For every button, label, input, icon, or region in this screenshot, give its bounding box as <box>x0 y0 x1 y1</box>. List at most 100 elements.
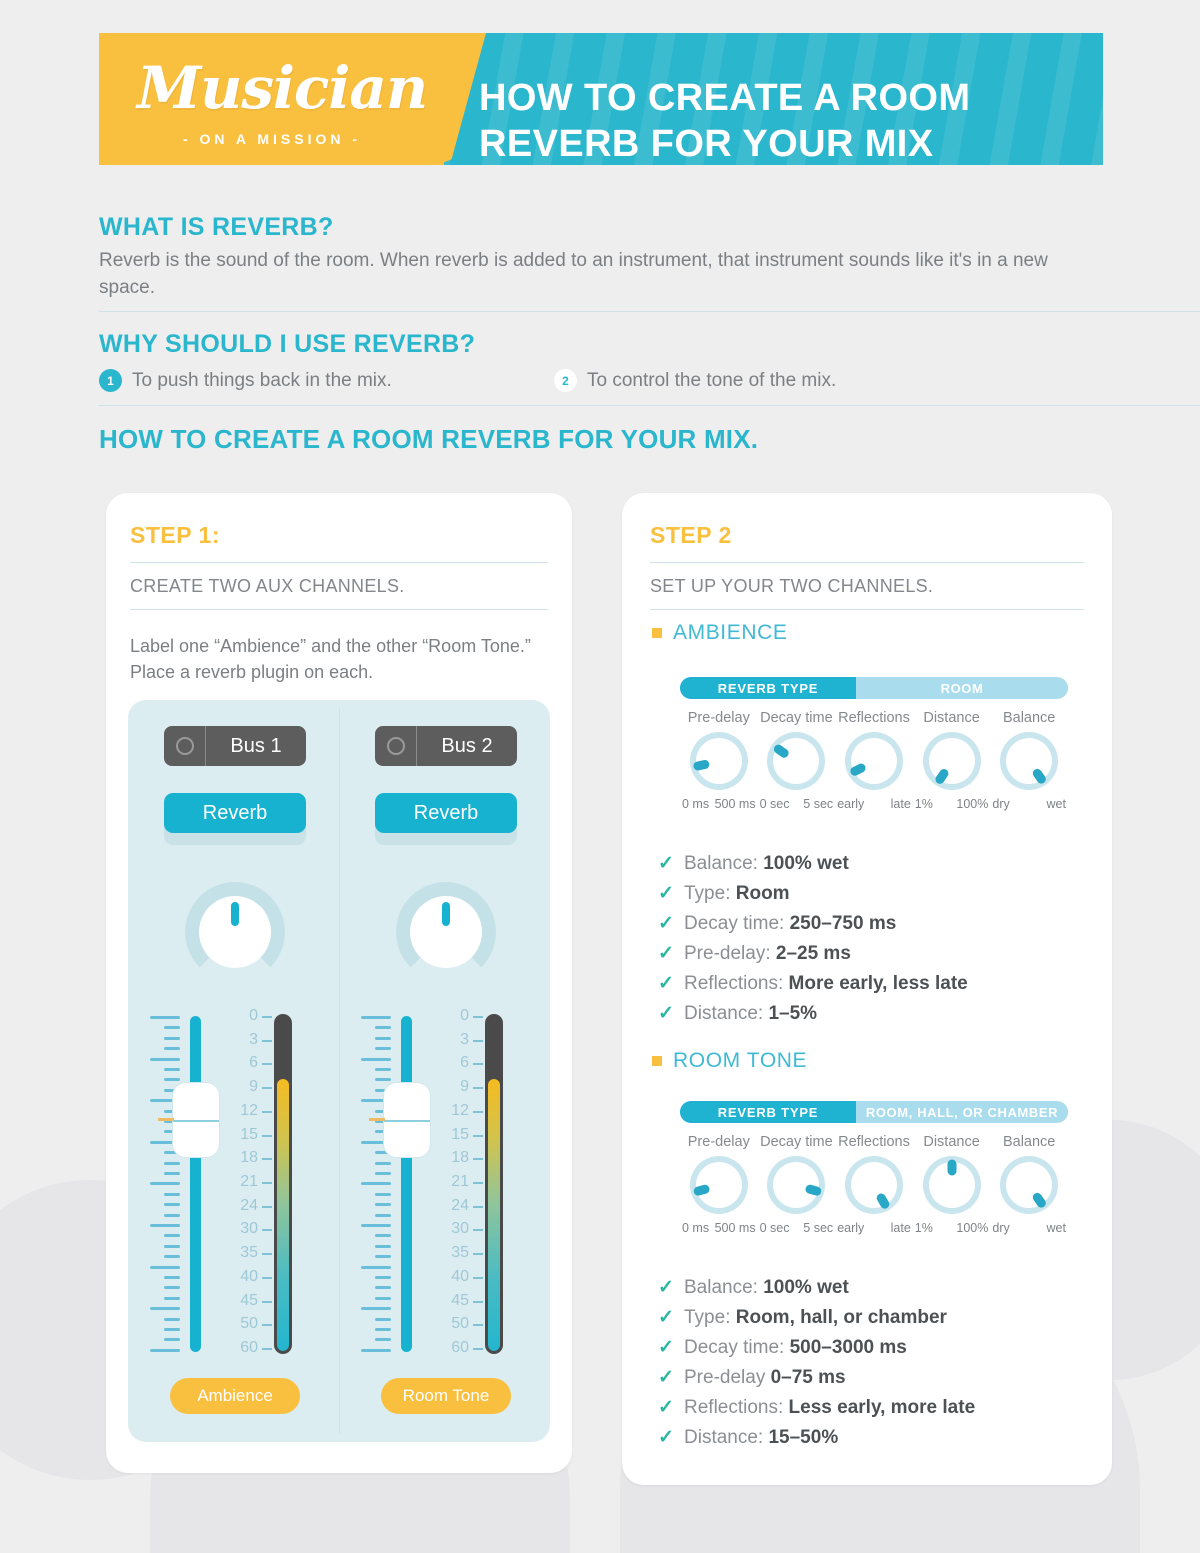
fader-handle[interactable] <box>172 1082 220 1158</box>
fader-tick <box>361 1224 391 1227</box>
knob-scale: 0 sec 5 sec <box>758 1221 836 1235</box>
checklist-text: Pre-delay 0–75 ms <box>684 1367 846 1389</box>
knob-row: Pre-delay 0 ms 500 ms Decay time 0 sec 5 sec R… <box>680 1134 1068 1235</box>
fader-tick <box>375 1244 391 1248</box>
fader-tick <box>361 1016 391 1019</box>
reverb-type-value: ROOM <box>940 680 984 696</box>
fader-handle[interactable] <box>383 1082 431 1158</box>
knob-scale: 0 ms 500 ms <box>680 797 758 811</box>
channel-name-button[interactable]: Ambience <box>170 1378 300 1414</box>
knob-pre-delay[interactable] <box>689 1156 748 1214</box>
meter-gradient <box>488 1079 500 1351</box>
meter-tick <box>262 1324 272 1327</box>
meter-scale-label: 9 <box>460 1078 469 1096</box>
knob-distance[interactable] <box>922 732 981 790</box>
fader-tick <box>164 1161 180 1165</box>
fader-ticks <box>150 1012 186 1352</box>
send-knob[interactable] <box>396 882 496 982</box>
meter-tick <box>262 1134 272 1137</box>
meter-tick <box>473 1039 483 1042</box>
checklist-item: ✓ Type: Room <box>658 883 1058 905</box>
meter-scale-labels: 0 3 6 9 12 15 18 21 24 30 35 40 45 50 60 <box>439 1008 469 1356</box>
why-reasons-row: 1 To push things back in the mix. 2 To c… <box>99 369 1103 392</box>
knob-pre-delay[interactable] <box>689 732 748 790</box>
page-title: HOW TO CREATE A ROOM REVERB FOR YOUR MIX <box>479 77 971 165</box>
mixer-panel: Bus 1 Reverb 0 3 6 9 12 15 18 21 24 30 35 40 45 50 60 <box>128 700 550 1442</box>
checklist-text: Reflections: Less early, more late <box>684 1397 975 1419</box>
knob-cell: Decay time 0 sec 5 sec <box>758 1134 836 1235</box>
bus-label: Bus 2 <box>441 734 493 757</box>
fader-tick <box>164 1296 180 1300</box>
checklist-item: ✓ Decay time: 500–3000 ms <box>658 1337 1058 1359</box>
bus-selector[interactable]: Bus 2 <box>375 726 517 766</box>
knob-scale: early late <box>835 1221 913 1235</box>
checklist-label: Decay time: <box>684 913 790 934</box>
check-icon: ✓ <box>658 883 674 904</box>
knob-scale: 0 sec 5 sec <box>758 797 836 811</box>
checklist-label: Pre-delay: <box>684 943 776 964</box>
check-icon: ✓ <box>658 1003 674 1024</box>
meter-scale-label: 45 <box>451 1291 469 1309</box>
reverb-type-bar[interactable]: REVERB TYPE ROOM <box>680 677 1068 699</box>
meter-scale-labels: 0 3 6 9 12 15 18 21 24 30 35 40 45 50 60 <box>228 1008 258 1356</box>
step-1-label: STEP 1: <box>130 522 220 548</box>
fader-and-meter: 0 3 6 9 12 15 18 21 24 30 35 40 45 50 60 <box>339 1008 550 1367</box>
knob-indicator <box>442 902 450 926</box>
knob-name: Pre-delay <box>687 710 750 726</box>
channel-name-button[interactable]: Room Tone <box>381 1378 511 1414</box>
meter-tick <box>473 1016 483 1018</box>
knob-balance[interactable] <box>1000 1156 1059 1214</box>
meter-tick <box>473 1110 483 1113</box>
knob-decay-time[interactable] <box>767 732 826 790</box>
room-tone-title: ROOM TONE <box>673 1049 808 1072</box>
fader-tick <box>164 1047 180 1051</box>
knob-cell: Pre-delay 0 ms 500 ms <box>680 710 758 811</box>
knob-balance[interactable] <box>1000 732 1059 790</box>
checklist-text: Decay time: 250–750 ms <box>684 913 896 935</box>
knob-reflections[interactable] <box>844 732 903 790</box>
check-icon: ✓ <box>658 1307 674 1328</box>
checklist-label: Reflections: <box>684 973 789 994</box>
meter-scale-label: 50 <box>451 1315 469 1333</box>
square-bullet-icon <box>652 628 662 638</box>
checklist-item: ✓ Pre-delay: 2–25 ms <box>658 943 1058 965</box>
meter-scale-label: 21 <box>240 1173 258 1190</box>
knob-reflections[interactable] <box>844 1156 903 1214</box>
knob-max-label: wet <box>1046 1221 1066 1235</box>
meter-scale-label: 9 <box>249 1078 258 1096</box>
plugin-slot[interactable]: Reverb <box>375 793 517 833</box>
meter-tick <box>262 1158 272 1161</box>
bus-selector[interactable]: Bus 1 <box>164 726 306 766</box>
knob-max-label: late <box>890 797 911 811</box>
checklist-label: Balance: <box>684 853 764 874</box>
reverb-type-bar[interactable]: REVERB TYPE ROOM, HALL, OR CHAMBER <box>680 1101 1068 1123</box>
send-knob[interactable] <box>185 882 285 982</box>
fader-tick <box>375 1078 391 1082</box>
meter-scale-label: 24 <box>240 1196 258 1214</box>
fader-unity-mark <box>158 1118 174 1121</box>
meter-tick <box>262 1087 272 1090</box>
knob-name: Decay time <box>760 710 833 726</box>
check-icon: ✓ <box>658 973 674 994</box>
meter-scale-label: 30 <box>451 1220 469 1238</box>
knob-decay-time[interactable] <box>767 1156 826 1214</box>
fader-tick <box>375 1276 391 1279</box>
meter-scale-label: 6 <box>249 1054 258 1072</box>
knob-scale: early late <box>835 797 913 811</box>
plugin-slot[interactable]: Reverb <box>164 793 306 833</box>
fader-track[interactable] <box>401 1016 412 1352</box>
fader-track[interactable] <box>190 1016 201 1352</box>
checklist-value: 0–75 ms <box>770 1367 846 1388</box>
checklist-text: Type: Room <box>684 883 790 905</box>
knob-min-label: 0 sec <box>759 1221 790 1235</box>
knob-distance[interactable] <box>922 1156 981 1214</box>
reason-text: To control the tone of the mix. <box>587 369 837 391</box>
fader-tick <box>375 1026 391 1030</box>
level-meter <box>274 1014 292 1354</box>
fader-tick <box>164 1192 180 1196</box>
knob-scale: dry wet <box>990 1221 1068 1235</box>
meter-tick <box>262 1300 272 1303</box>
knob-name: Distance <box>923 1134 980 1150</box>
checklist-label: Type: <box>684 1307 736 1328</box>
fader-tick <box>375 1286 391 1290</box>
